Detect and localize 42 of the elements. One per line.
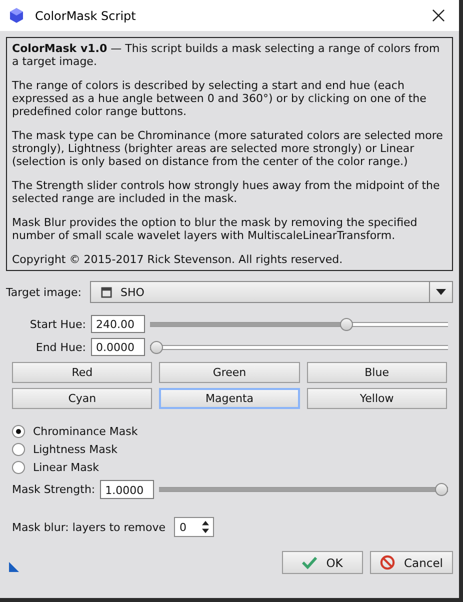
color-button[interactable]: Magenta <box>159 388 300 409</box>
slider-handle[interactable] <box>340 318 354 330</box>
window-icon <box>100 286 112 298</box>
field-label: Mask Strength: <box>12 483 96 496</box>
description-paragraph: The Strength slider controls how strongly hues away from the midpoint of the selected range are included in the mask. <box>12 179 441 205</box>
field-label: Mask blur: layers to remove <box>12 520 166 534</box>
field-label: End Hue: <box>34 340 86 354</box>
description-paragraph: Mask Blur provides the option to blur the mask by removing the specified number of small scale wavelet layers with MultiscaleLinearTransform. <box>12 216 418 242</box>
description-paragraph: The mask type can be Chrominance (more saturated colors are selected more strongly), Lightness (brighter areas are selected more strongly) or Linear (selection is only based on distance from the center of the color range.) <box>12 129 444 168</box>
color-button[interactable]: Yellow <box>306 388 447 409</box>
radio-label[interactable]: Linear Mask <box>33 461 100 474</box>
close-icon[interactable] <box>432 9 445 22</box>
radio-label[interactable]: Chrominance Mask <box>33 425 138 438</box>
cancel-button[interactable]: Cancel <box>370 551 453 574</box>
spinner-arrows-icon <box>200 520 210 534</box>
color-button[interactable]: Green <box>159 362 300 383</box>
radio-button[interactable] <box>12 425 25 438</box>
color-button[interactable]: Red <box>12 362 152 383</box>
number-field[interactable]: 240.00 <box>91 315 145 333</box>
description-paragraph: ColorMask v1.0 — This script builds a mask selecting a range of colors from a target image. <box>12 42 441 68</box>
image-dropdown[interactable]: SHO <box>90 281 453 303</box>
field-label: Target image: <box>6 286 82 298</box>
color-button[interactable]: Blue <box>306 362 447 383</box>
dropdown-arrow-icon <box>429 282 446 302</box>
radio-button[interactable] <box>12 443 25 456</box>
radio-label[interactable]: Lightness Mask <box>33 443 118 456</box>
slider-handle[interactable] <box>150 340 163 354</box>
checkmark-icon <box>302 555 318 570</box>
resize-corner-icon <box>9 562 19 572</box>
color-button[interactable]: Cyan <box>12 388 152 409</box>
slider-handle[interactable] <box>435 483 448 496</box>
window-title: ColorMask Script <box>35 8 137 22</box>
description-paragraph: The range of colors is described by selecting a start and end hue (each expressed as a hue angle between 0 and 360°) or by clicking on one of the predefined color range buttons. <box>12 79 428 118</box>
ok-button[interactable]: OK <box>282 551 363 574</box>
number-field[interactable]: 1.0000 <box>100 480 154 499</box>
field-label: Start Hue: <box>28 318 86 330</box>
description-paragraph: Copyright © 2015-2017 Rick Stevenson. All rights reserved. <box>12 253 344 266</box>
spin-box[interactable]: 0 <box>174 517 214 537</box>
hexagon-icon <box>10 8 23 23</box>
number-field[interactable]: 0.0000 <box>91 338 145 356</box>
radio-button[interactable] <box>12 461 25 474</box>
prohibited-icon <box>380 555 396 570</box>
